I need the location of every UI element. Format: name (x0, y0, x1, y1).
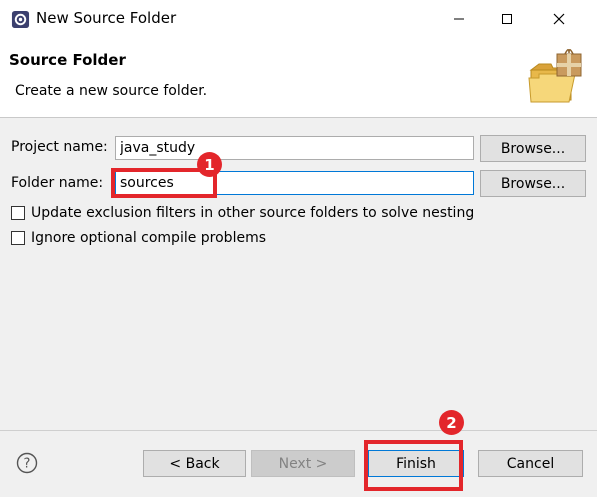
maximize-icon (502, 14, 512, 24)
ignore-compile-option[interactable]: Ignore optional compile problems (11, 230, 266, 246)
project-name-field[interactable] (115, 136, 474, 160)
annotation-step-1-badge: 1 (197, 152, 222, 177)
footer-separator (0, 430, 597, 431)
minimize-button[interactable] (436, 0, 482, 38)
update-exclusion-option[interactable]: Update exclusion filters in other source… (11, 205, 474, 221)
help-question-icon[interactable]: ? (16, 452, 38, 474)
browse-folder-button[interactable]: Browse... (480, 170, 586, 197)
back-button[interactable]: < Back (143, 450, 246, 477)
window-title: New Source Folder (36, 9, 177, 27)
folder-package-icon (528, 49, 582, 103)
update-exclusion-label: Update exclusion filters in other source… (31, 205, 475, 221)
update-exclusion-checkbox[interactable] (11, 206, 25, 220)
close-icon (553, 13, 565, 25)
annotation-box-finish (364, 440, 463, 491)
title-bar: New Source Folder (0, 0, 597, 38)
ignore-compile-checkbox[interactable] (11, 231, 25, 245)
folder-name-label: Folder name: (11, 175, 104, 191)
page-title: Source Folder (9, 51, 126, 69)
maximize-button[interactable] (484, 0, 530, 38)
minimize-icon (454, 18, 464, 20)
next-button[interactable]: Next > (251, 450, 355, 477)
browse-project-button[interactable]: Browse... (480, 135, 586, 162)
svg-text:?: ? (24, 457, 31, 472)
eclipse-gear-icon (11, 10, 30, 29)
page-description: Create a new source folder. (15, 83, 208, 99)
wizard-header: Source Folder Create a new source folder… (0, 38, 597, 118)
annotation-step-2-badge: 2 (439, 410, 464, 435)
cancel-button[interactable]: Cancel (478, 450, 583, 477)
project-name-label: Project name: (11, 139, 108, 155)
close-button[interactable] (536, 0, 582, 38)
ignore-compile-label: Ignore optional compile problems (31, 230, 267, 246)
